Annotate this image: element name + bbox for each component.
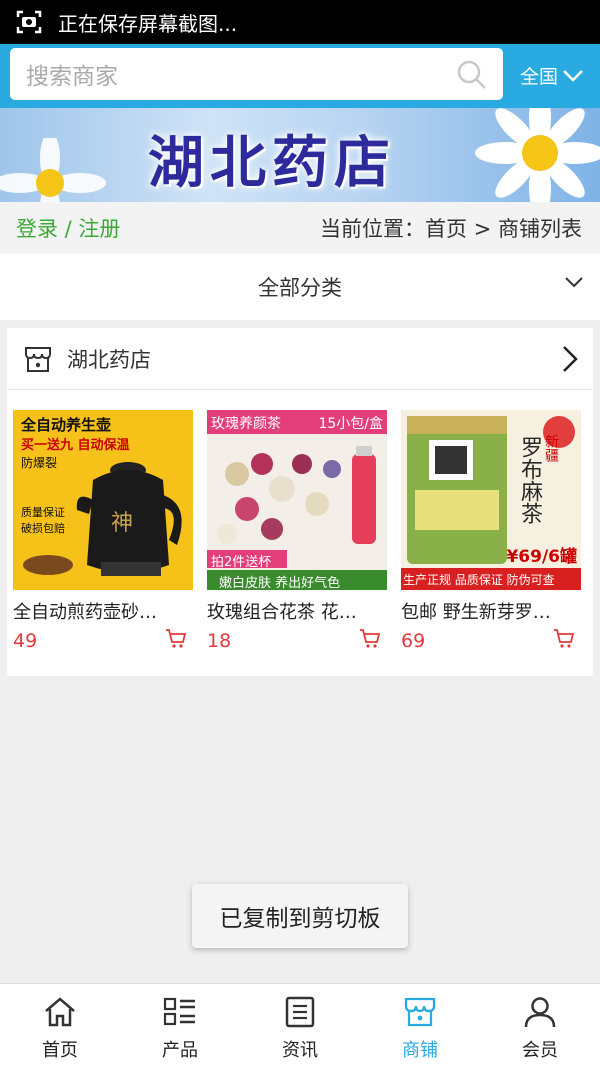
pot-illustration: 神 bbox=[76, 462, 182, 576]
tab-products[interactable]: 产品 bbox=[120, 984, 240, 1067]
product-image[interactable]: 玫瑰养颜茶 15小包/盒 拍2件送杯 嫩白皮肤 养出好气色 bbox=[207, 410, 387, 590]
user-icon bbox=[523, 994, 557, 1030]
status-bar: 正在保存屏幕截图... bbox=[0, 0, 600, 44]
tab-label: 商铺 bbox=[402, 1040, 438, 1061]
status-text: 正在保存屏幕截图... bbox=[58, 11, 238, 36]
tab-label: 首页 bbox=[42, 1040, 78, 1061]
svg-text:神: 神 bbox=[111, 511, 133, 536]
product-item[interactable]: 罗布麻茶 新疆 ¥69/6罐 生产正规 品质保证 防伪可查 包邮 野生新芽罗… … bbox=[401, 410, 581, 652]
bottom-tab-bar: 首页 产品 资讯 商铺 会员 bbox=[0, 983, 600, 1067]
thumb-text: 防爆裂 bbox=[21, 456, 58, 470]
search-input[interactable]: 搜索商家 bbox=[10, 48, 503, 100]
shop-icon bbox=[403, 994, 437, 1030]
region-selector[interactable]: 全国 bbox=[520, 62, 584, 89]
flower-tea-illustration bbox=[217, 446, 376, 544]
thumb-text: 15小包/盒 bbox=[318, 416, 383, 432]
thumb-text: 全自动养生壶 bbox=[21, 416, 112, 434]
tab-home[interactable]: 首页 bbox=[0, 984, 120, 1067]
flower-decoration bbox=[0, 138, 106, 202]
thumb-text: 生产正规 品质保证 防伪可查 bbox=[403, 573, 555, 587]
tab-label: 产品 bbox=[162, 1040, 198, 1061]
banner-title: 湖北药店 bbox=[148, 130, 396, 196]
store-name: 湖北药店 bbox=[67, 347, 151, 372]
search-placeholder: 搜索商家 bbox=[26, 64, 118, 90]
thumb-text: 嫩白皮肤 养出好气色 bbox=[219, 576, 341, 590]
header: 搜索商家 全国 bbox=[0, 44, 600, 108]
product-name: 包邮 野生新芽罗… bbox=[401, 602, 551, 623]
category-label: 全部分类 bbox=[258, 276, 342, 300]
tab-label: 会员 bbox=[522, 1040, 558, 1061]
category-filter[interactable]: 全部分类 bbox=[0, 254, 600, 320]
store-card: 湖北药店 全自动养生壶 买一送九 自动保温 防爆裂 质量保证 破损包赔 神 全自… bbox=[7, 328, 593, 676]
store-banner: 湖北药店 bbox=[0, 108, 600, 202]
thumb-text: 拍2件送杯 bbox=[211, 555, 272, 570]
cart-icon[interactable] bbox=[165, 628, 187, 648]
home-icon bbox=[43, 994, 77, 1030]
chevron-down-icon bbox=[565, 277, 583, 288]
product-name: 玫瑰组合花茶 花… bbox=[207, 602, 357, 623]
tab-news[interactable]: 资讯 bbox=[240, 984, 360, 1067]
tab-label: 资讯 bbox=[282, 1040, 318, 1061]
tab-shops[interactable]: 商铺 bbox=[360, 984, 480, 1067]
tab-member[interactable]: 会员 bbox=[480, 984, 600, 1067]
product-image[interactable]: 罗布麻茶 新疆 ¥69/6罐 生产正规 品质保证 防伪可查 bbox=[401, 410, 581, 590]
product-item[interactable]: 玫瑰养颜茶 15小包/盒 拍2件送杯 嫩白皮肤 养出好气色 玫瑰组合花茶 花… … bbox=[207, 410, 387, 652]
thumb-text: ¥69/6罐 bbox=[506, 547, 577, 567]
product-image[interactable]: 全自动养生壶 买一送九 自动保温 防爆裂 质量保证 破损包赔 神 bbox=[13, 410, 193, 590]
search-icon[interactable] bbox=[457, 60, 487, 90]
cart-icon[interactable] bbox=[553, 628, 575, 648]
store-header[interactable]: 湖北药店 bbox=[7, 328, 593, 390]
product-name: 全自动煎药壶砂… bbox=[13, 602, 157, 623]
cart-icon[interactable] bbox=[359, 628, 381, 648]
login-register-link[interactable]: 登录 / 注册 bbox=[16, 213, 120, 243]
grid-list-icon bbox=[163, 994, 197, 1030]
breadcrumb-bar: 登录 / 注册 当前位置：首页 > 商铺列表 bbox=[0, 202, 600, 254]
toast: 已复制到剪切板 bbox=[192, 884, 408, 948]
chevron-right-icon[interactable] bbox=[561, 344, 579, 374]
chevron-down-icon bbox=[563, 69, 583, 82]
thumb-text: 破损包赔 bbox=[21, 522, 65, 535]
thumb-text: 质量保证 bbox=[21, 506, 65, 519]
thumb-text: 玫瑰养颜茶 bbox=[211, 416, 281, 432]
breadcrumb: 当前位置：首页 > 商铺列表 bbox=[320, 217, 582, 241]
region-label: 全国 bbox=[520, 66, 559, 88]
product-item[interactable]: 全自动养生壶 买一送九 自动保温 防爆裂 质量保证 破损包赔 神 全自动煎药壶砂… bbox=[13, 410, 193, 652]
screenshot-icon bbox=[16, 9, 42, 35]
product-list: 全自动养生壶 买一送九 自动保温 防爆裂 质量保证 破损包赔 神 全自动煎药壶砂… bbox=[13, 410, 587, 660]
thumb-text: 新疆 bbox=[543, 434, 559, 462]
shop-icon bbox=[23, 344, 53, 374]
news-icon bbox=[283, 994, 317, 1030]
flower-decoration bbox=[475, 108, 600, 202]
